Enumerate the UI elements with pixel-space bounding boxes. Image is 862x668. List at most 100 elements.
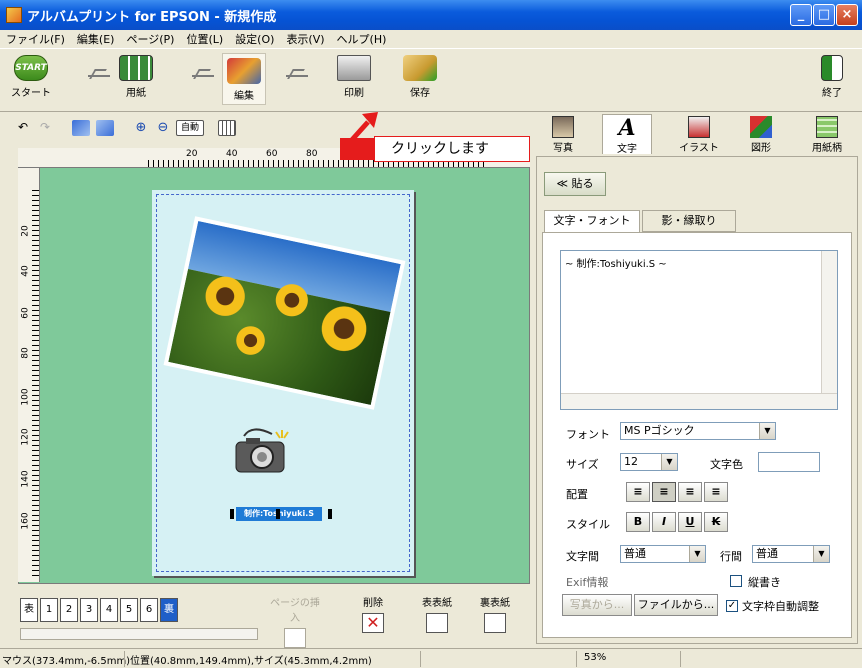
print-button[interactable]: 印刷: [334, 55, 374, 99]
page-thumb-front[interactable]: 表: [20, 598, 38, 622]
page-thumb[interactable]: 3: [80, 598, 98, 622]
tab-photo[interactable]: 写真: [538, 114, 588, 154]
char-spacing-select[interactable]: 普通 ▼: [620, 545, 706, 563]
main-toolbar: START スタート 用紙 編集 印刷 保存 終了: [0, 48, 862, 112]
chevron-down-icon[interactable]: ▼: [759, 423, 775, 439]
font-label: フォント: [566, 428, 610, 441]
size-select[interactable]: 12 ▼: [620, 453, 678, 471]
printer-icon: [337, 55, 371, 81]
back-cover-label: 裏表紙: [480, 598, 510, 609]
page-thumb[interactable]: 6: [140, 598, 158, 622]
tab-shadow-outline[interactable]: 影・縁取り: [642, 210, 736, 232]
style-label: スタイル: [566, 518, 610, 531]
start-label: スタート: [11, 88, 51, 99]
align-left-icon[interactable]: ≡: [626, 482, 650, 502]
align-label: 配置: [566, 488, 588, 501]
line-spacing-value: 普通: [756, 547, 778, 560]
exit-button[interactable]: 終了: [812, 55, 852, 99]
minimize-button[interactable]: _: [790, 4, 812, 26]
resize-handle[interactable]: [276, 509, 280, 519]
page-thumb[interactable]: 1: [40, 598, 58, 622]
align-center-icon[interactable]: ≡: [652, 482, 676, 502]
from-photo-button[interactable]: 写真から...: [562, 594, 632, 616]
page-thumb[interactable]: 5: [120, 598, 138, 622]
menu-edit[interactable]: 編集(E): [77, 31, 115, 47]
tab-illustration-label: イラスト: [679, 143, 719, 154]
save-button[interactable]: 保存: [400, 55, 440, 99]
shapes-icon: [750, 116, 772, 138]
chevron-down-icon[interactable]: ▼: [661, 454, 677, 470]
resize-handle[interactable]: [230, 509, 234, 519]
exif-label: Exif情報: [566, 576, 609, 589]
tab-text[interactable]: A 文字: [602, 114, 652, 155]
zoom-auto-button[interactable]: 自動: [176, 120, 204, 136]
delete-page-button[interactable]: 削除 ✕: [346, 594, 400, 633]
exit-icon: [821, 55, 843, 81]
insert-page-button[interactable]: ページの挿入: [268, 594, 322, 648]
vertical-checkbox[interactable]: [730, 575, 742, 587]
front-cover-label: 表表紙: [422, 598, 452, 609]
chevron-down-icon[interactable]: ▼: [813, 546, 829, 562]
edit-icon: [227, 58, 261, 84]
material-tabs: 写真 A 文字 イラスト 図形 用紙柄: [530, 112, 862, 156]
autofit-checkbox[interactable]: ✓: [726, 600, 738, 612]
close-button[interactable]: ×: [836, 4, 858, 26]
from-file-button[interactable]: ファイルから...: [634, 594, 718, 616]
grid-icon[interactable]: [218, 120, 236, 136]
paper-pattern-icon: [816, 116, 838, 138]
page-thumb[interactable]: 4: [100, 598, 118, 622]
menu-help[interactable]: ヘルプ(H): [337, 31, 387, 47]
status-divider: [420, 651, 421, 667]
page-strip-scrollbar[interactable]: [20, 628, 258, 640]
paper-button[interactable]: 用紙: [116, 55, 156, 99]
strikethrough-button[interactable]: K: [704, 512, 728, 532]
paste-button[interactable]: ≪ 貼る: [544, 172, 606, 196]
menu-view[interactable]: 表示(V): [286, 31, 324, 47]
undo-icon[interactable]: ↶: [14, 120, 32, 136]
tab-illustration[interactable]: イラスト: [674, 114, 724, 154]
paper-layout-icon: [119, 55, 153, 81]
align-justify-icon[interactable]: ≡: [704, 482, 728, 502]
vertical-scrollbar[interactable]: [821, 251, 837, 409]
zoom-in-icon[interactable]: ⊕: [132, 120, 150, 136]
text-color-swatch[interactable]: [758, 452, 820, 472]
bold-button[interactable]: B: [626, 512, 650, 532]
zoom-out-icon[interactable]: ⊖: [154, 120, 172, 136]
vertical-label: 縦書き: [748, 576, 781, 589]
text-input-area[interactable]: ~ 制作:Toshiyuki.S ~: [560, 250, 838, 410]
front-cover-button[interactable]: 表表紙: [410, 594, 464, 633]
line-spacing-select[interactable]: 普通 ▼: [752, 545, 830, 563]
size-label: サイズ: [566, 458, 599, 471]
back-cover-button[interactable]: 裏表紙: [468, 594, 522, 633]
camera-illustration[interactable]: [232, 428, 290, 474]
italic-button[interactable]: I: [652, 512, 676, 532]
text-content: ~ 制作:Toshiyuki.S ~: [565, 259, 667, 270]
menu-position[interactable]: 位置(L): [186, 31, 223, 47]
ruler-ticks: [32, 186, 39, 576]
tab-text-font[interactable]: 文字・フォント: [544, 210, 640, 234]
menu-settings[interactable]: 設定(O): [235, 31, 274, 47]
underline-button[interactable]: U: [678, 512, 702, 532]
menu-file[interactable]: ファイル(F): [6, 31, 65, 47]
maximize-button[interactable]: □: [813, 4, 835, 26]
window-title: アルバムプリント for EPSON - 新規作成: [27, 9, 277, 25]
menu-page[interactable]: ページ(P): [126, 31, 174, 47]
font-select[interactable]: MS Pゴシック ▼: [620, 422, 776, 440]
char-spacing-value: 普通: [624, 547, 646, 560]
tab-shapes[interactable]: 図形: [736, 114, 786, 154]
resize-handle[interactable]: [328, 509, 332, 519]
chevron-down-icon[interactable]: ▼: [689, 546, 705, 562]
status-divider: [576, 651, 577, 667]
page-thumb-back[interactable]: 裏: [160, 598, 178, 622]
align-right-icon[interactable]: ≡: [678, 482, 702, 502]
tab-photo-label: 写真: [553, 143, 573, 154]
start-button[interactable]: START スタート: [6, 55, 56, 99]
page-thumb[interactable]: 2: [60, 598, 78, 622]
redo-icon[interactable]: ↷: [36, 120, 54, 136]
tab-paper-pattern[interactable]: 用紙柄: [802, 114, 852, 154]
ruler-label: 60: [20, 307, 31, 319]
horizontal-scrollbar[interactable]: [561, 393, 837, 409]
edit-button[interactable]: 編集: [222, 53, 266, 105]
send-backward-icon[interactable]: [96, 120, 114, 136]
bring-forward-icon[interactable]: [72, 120, 90, 136]
